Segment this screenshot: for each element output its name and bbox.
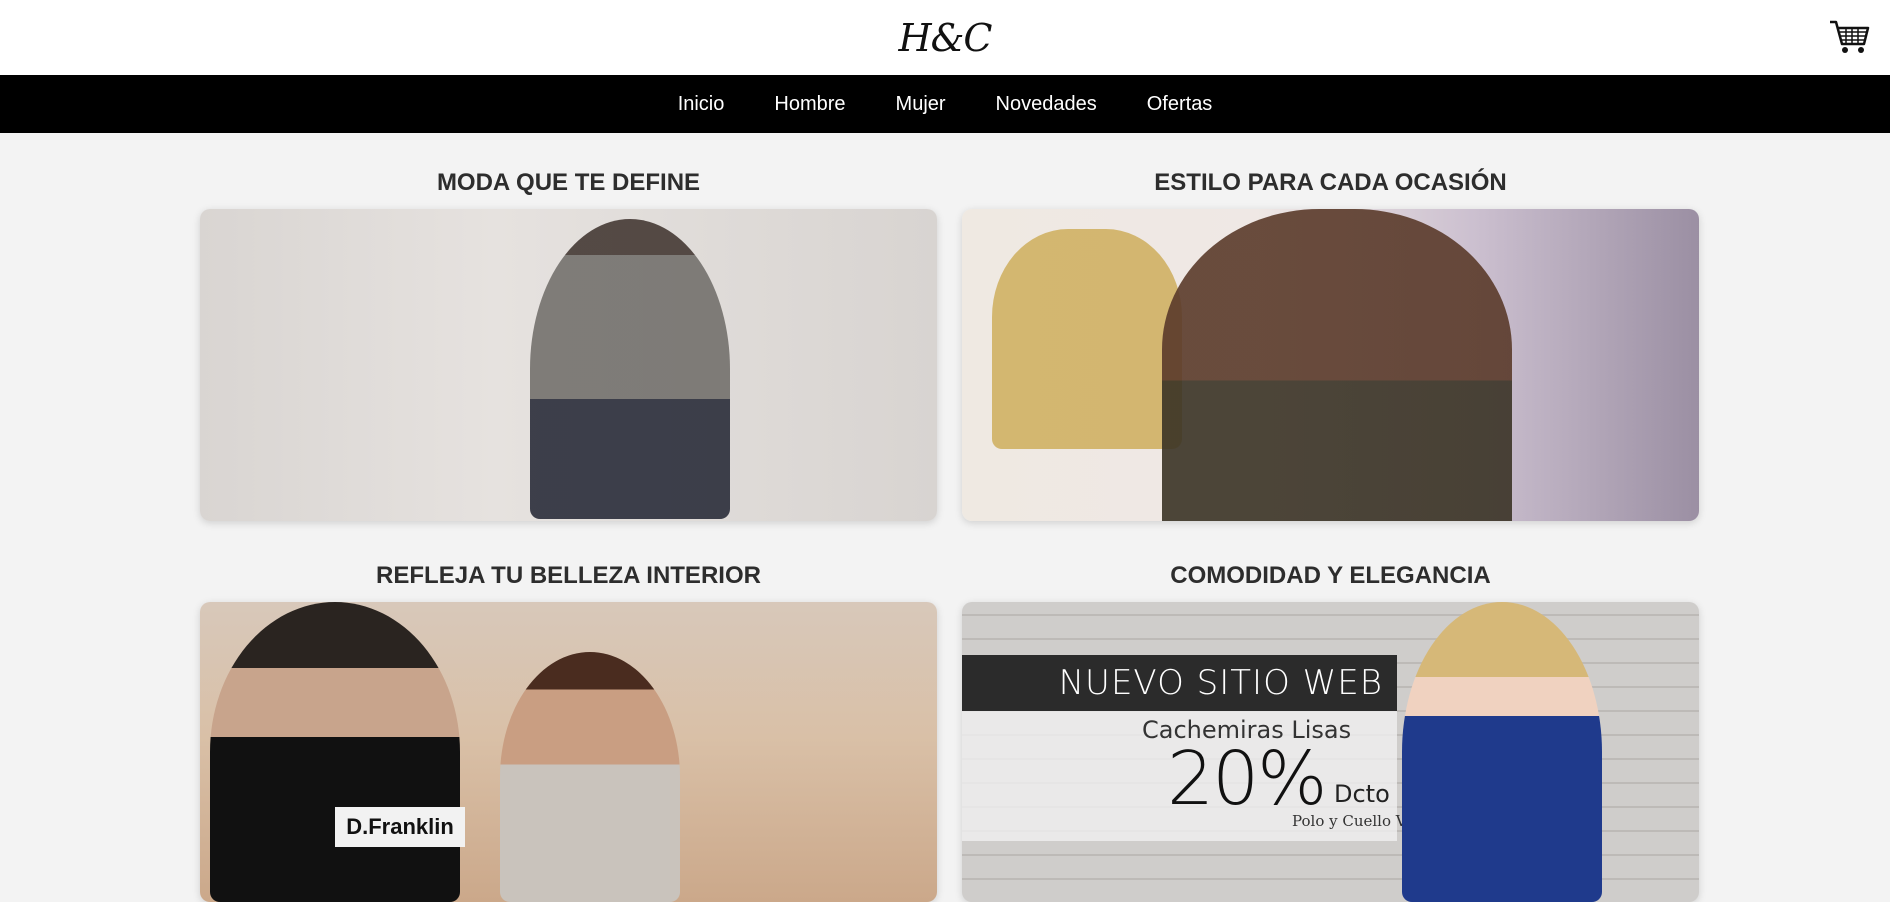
shopping-cart-icon[interactable] [1828, 16, 1870, 56]
promo-small-text: Polo y Cuello V [1292, 812, 1407, 830]
nav-item-mujer[interactable]: Mujer [896, 93, 946, 116]
nav-item-inicio[interactable]: Inicio [678, 93, 725, 116]
card-image-moda[interactable] [200, 209, 937, 521]
main-nav: Inicio Hombre Mujer Novedades Ofertas [0, 75, 1890, 133]
card-title-refleja: REFLEJA TU BELLEZA INTERIOR [376, 562, 761, 589]
card-title-comodidad: COMODIDAD Y ELEGANCIA [1170, 562, 1491, 589]
model-man-figure [530, 219, 730, 519]
card-title-moda: MODA QUE TE DEFINE [436, 169, 701, 196]
model-man-sunglasses-figure [210, 602, 460, 902]
card-image-refleja[interactable]: D.Franklin [200, 602, 937, 902]
promo-discount-label: Dcto [1334, 780, 1390, 808]
promo-percent: 20% [1167, 736, 1327, 822]
card-image-comodidad[interactable]: NUEVO SITIO WEB Cachemiras Lisas 20% Dct… [962, 602, 1699, 902]
nav-item-novedades[interactable]: Novedades [996, 93, 1097, 116]
card-image-estilo[interactable] [962, 209, 1699, 521]
brand-logo[interactable]: H&C [898, 16, 992, 60]
card-title-estilo: ESTILO PARA CADA OCASIÓN [1154, 169, 1507, 196]
model-woman-sunglasses-figure [500, 652, 680, 902]
nav-item-ofertas[interactable]: Ofertas [1147, 93, 1213, 116]
top-header: H&C [0, 0, 1890, 75]
nav-item-hombre[interactable]: Hombre [774, 93, 845, 116]
gold-ornament-figure [992, 229, 1182, 449]
brand-print-text: D.Franklin [335, 807, 465, 847]
promo-headline: NUEVO SITIO WEB [962, 655, 1397, 711]
model-woman-sweater-figure [1402, 602, 1602, 902]
model-woman-figure [1162, 209, 1512, 521]
